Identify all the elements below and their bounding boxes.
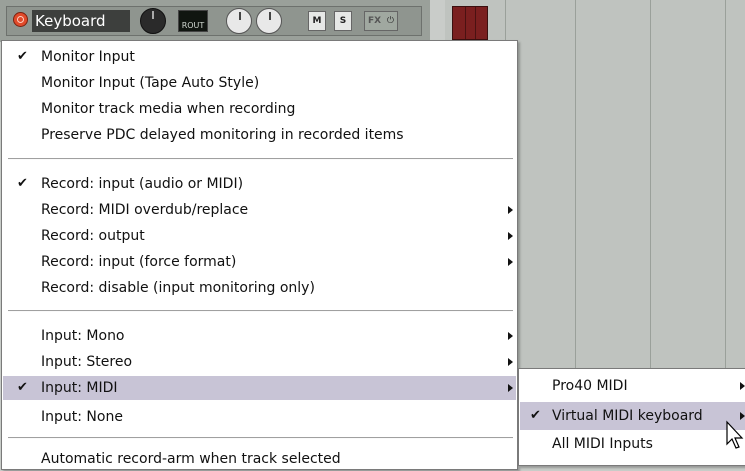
menu-item-preserve-pdc[interactable]: Preserve PDC delayed monitoring in recor…: [3, 123, 516, 147]
fx-button[interactable]: FX ⏻: [364, 11, 398, 31]
routing-button[interactable]: ROUT: [178, 10, 208, 32]
menu-separator: [8, 437, 513, 439]
fx-label: FX: [368, 16, 382, 26]
menu-item-input-mono[interactable]: Input: Mono: [3, 324, 516, 348]
menu-item-record-input[interactable]: ✔ Record: input (audio or MIDI): [3, 172, 516, 196]
submenu-arrow-icon: [508, 232, 513, 240]
midi-input-submenu: Pro40 MIDI ✔ Virtual MIDI keyboard All MI…: [518, 368, 745, 466]
submenu-arrow-icon: [508, 332, 513, 340]
menu-separator: [8, 310, 513, 312]
mute-button[interactable]: M: [308, 11, 326, 31]
submenu-arrow-icon: [508, 258, 513, 266]
power-icon[interactable]: ⏻: [387, 12, 394, 30]
menu-item-input-none[interactable]: Input: None: [3, 405, 516, 429]
submenu-arrow-icon: [740, 382, 745, 390]
menu-separator: [8, 158, 513, 160]
submenu-arrow-icon: [508, 384, 513, 392]
checkmark-icon: ✔: [17, 176, 28, 191]
width-knob[interactable]: [256, 8, 282, 34]
submenu-arrow-icon: [508, 206, 513, 214]
record-context-menu: ✔ Monitor Input Monitor Input (Tape Auto …: [1, 40, 518, 470]
submenu-arrow-icon: [740, 412, 745, 420]
volume-knob[interactable]: [140, 8, 166, 34]
submenu-arrow-icon: [508, 358, 513, 366]
menu-item-record-midi-overdub[interactable]: Record: MIDI overdub/replace: [3, 198, 516, 222]
record-arm-button[interactable]: [13, 12, 28, 27]
menu-item-record-disable[interactable]: Record: disable (input monitoring only): [3, 276, 516, 300]
menu-item-input-stereo[interactable]: Input: Stereo: [3, 350, 516, 374]
submenu-item-pro40-midi[interactable]: Pro40 MIDI: [520, 372, 745, 400]
menu-item-monitor-input[interactable]: ✔ Monitor Input: [3, 45, 516, 69]
submenu-item-virtual-midi-keyboard[interactable]: ✔ Virtual MIDI keyboard: [520, 402, 745, 430]
menu-item-input-midi[interactable]: ✔ Input: MIDI: [3, 376, 516, 400]
checkmark-icon: ✔: [17, 49, 28, 64]
mouse-pointer-icon: [726, 420, 744, 449]
menu-item-record-input-force-format[interactable]: Record: input (force format): [3, 250, 516, 274]
solo-button[interactable]: S: [334, 11, 352, 31]
menu-item-record-output[interactable]: Record: output: [3, 224, 516, 248]
track-panel: Keyboard ROUT M S FX ⏻: [0, 0, 430, 42]
submenu-item-all-midi-inputs[interactable]: All MIDI Inputs: [520, 430, 745, 458]
media-item[interactable]: [452, 6, 488, 40]
checkmark-icon: ✔: [17, 380, 28, 395]
checkmark-icon: ✔: [530, 408, 541, 423]
menu-item-auto-record-arm[interactable]: Automatic record-arm when track selected: [3, 447, 516, 471]
track-name-field[interactable]: Keyboard: [32, 10, 130, 32]
menu-item-monitor-input-tape-auto[interactable]: Monitor Input (Tape Auto Style): [3, 71, 516, 95]
menu-item-monitor-track-media[interactable]: Monitor track media when recording: [3, 97, 516, 121]
pan-knob[interactable]: [226, 8, 252, 34]
